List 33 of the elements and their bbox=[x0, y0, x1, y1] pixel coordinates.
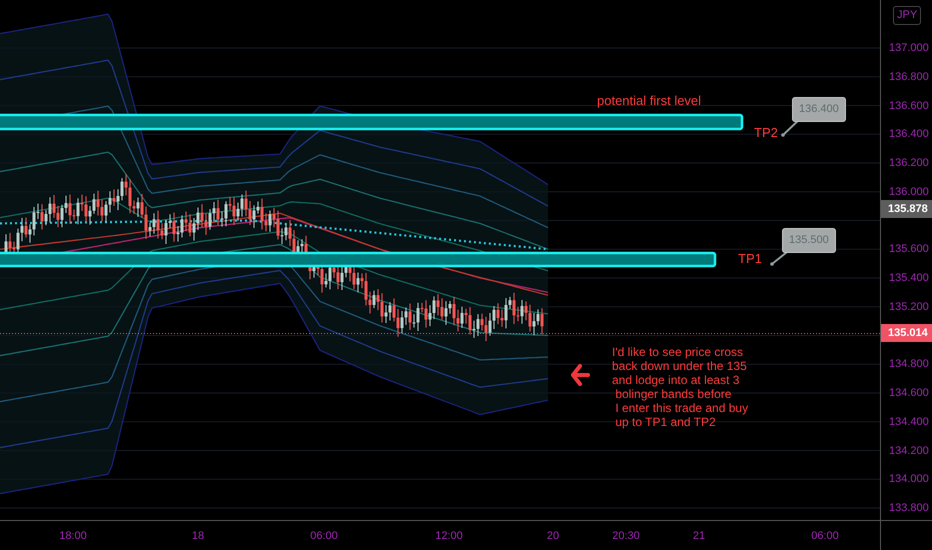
price-callout: 136.400 bbox=[792, 97, 846, 122]
price-tick-label: 135.600 bbox=[889, 243, 929, 256]
price-tick-label: 134.600 bbox=[889, 387, 929, 399]
price-tick-label: 133.800 bbox=[889, 502, 929, 514]
price-marker: 135.878 bbox=[881, 200, 932, 218]
price-tick-label: 137.000 bbox=[889, 42, 929, 54]
time-tick-label: 20 bbox=[546, 529, 560, 544]
price-tick-label: 134.000 bbox=[889, 473, 929, 486]
time-tick-label: 12:00 bbox=[435, 529, 463, 544]
price-tick-label: 136.800 bbox=[889, 70, 929, 83]
time-tick-label: 18:00 bbox=[59, 529, 87, 544]
time-tick-label: 21 bbox=[692, 529, 706, 544]
price-tick-label: 134.800 bbox=[889, 358, 929, 370]
time-tick-label: 06:00 bbox=[310, 529, 338, 544]
price-callout: 135.500 bbox=[782, 228, 836, 252]
left-arrow-icon bbox=[571, 364, 590, 386]
time-tick-label: 18 bbox=[192, 529, 204, 544]
price-marker: 135.014 bbox=[881, 324, 932, 342]
price-tick-label: 136.400 bbox=[889, 128, 929, 140]
price-tick-label: 135.400 bbox=[889, 272, 929, 284]
target-label: TP1 bbox=[738, 250, 762, 268]
price-tick-label: 136.200 bbox=[889, 157, 929, 169]
price-tick-label: 134.200 bbox=[889, 444, 929, 456]
time-tick-label: 20:30 bbox=[612, 529, 640, 544]
target-label: TP2 bbox=[754, 124, 778, 142]
price-tick-label: 136.000 bbox=[889, 186, 929, 198]
price-tick-label: 134.400 bbox=[889, 416, 929, 428]
time-tick-label: 06:00 bbox=[811, 529, 839, 544]
annotation-text: potential first level bbox=[597, 92, 702, 110]
comment-text: I'd like to see price cross back down under the 135 and lodge into at least 3 bolinger bands before I enter this trade and buy up to TP1 and TP2 bbox=[612, 345, 748, 429]
price-tick-label: 136.600 bbox=[889, 100, 929, 112]
currency-badge: JPY bbox=[893, 6, 922, 24]
price-tick-label: 135.200 bbox=[889, 300, 929, 313]
